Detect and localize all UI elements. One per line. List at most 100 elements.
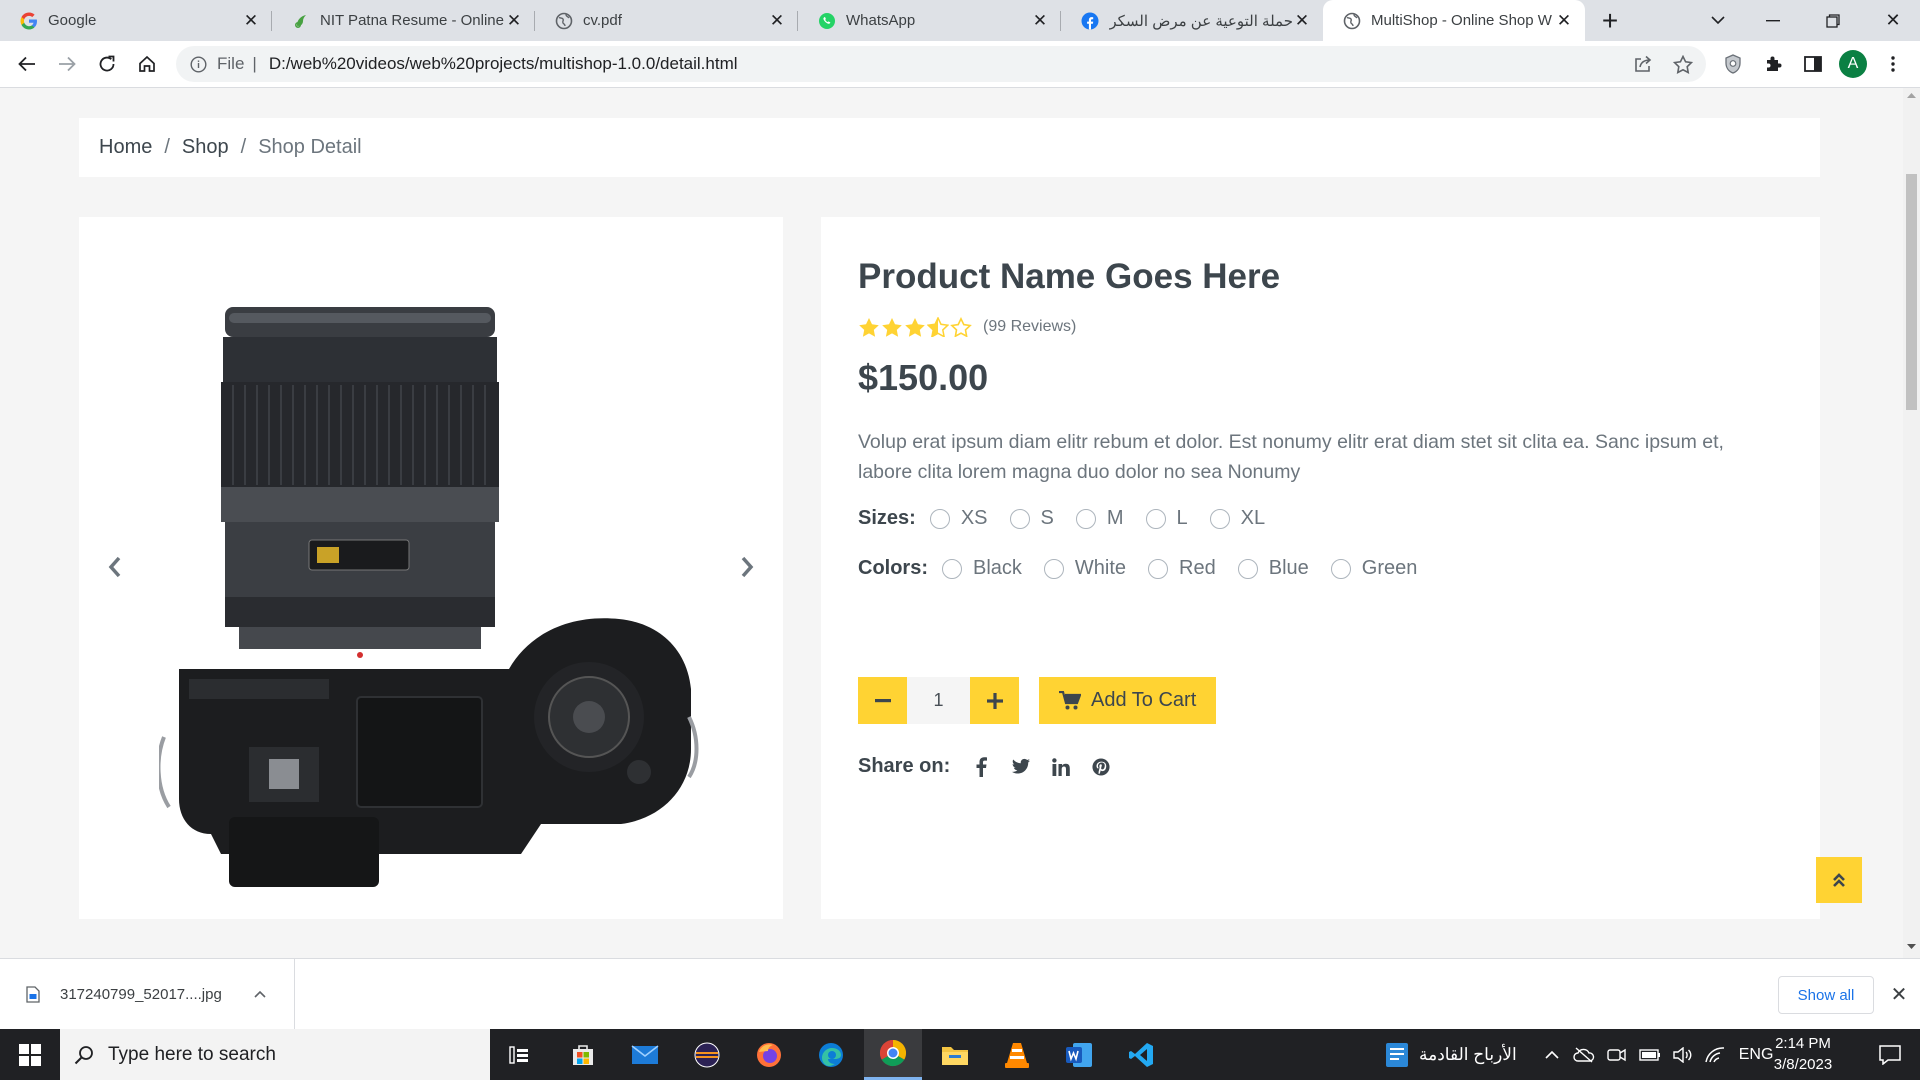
tab-search-chevron-icon[interactable] [1693, 0, 1743, 41]
size-option-xl[interactable]: XL [1209, 507, 1266, 530]
size-option-xs[interactable]: XS [929, 507, 988, 530]
color-option-white[interactable]: White [1043, 557, 1126, 580]
minimize-button[interactable] [1748, 0, 1798, 41]
windows-start-button[interactable] [0, 1029, 60, 1080]
profile-avatar[interactable]: A [1836, 47, 1870, 81]
share-page-icon[interactable] [1626, 47, 1660, 81]
word-icon[interactable] [1050, 1029, 1108, 1080]
vscode-icon[interactable] [1112, 1029, 1170, 1080]
tab-close-icon[interactable]: ✕ [505, 11, 523, 30]
reload-button[interactable] [90, 47, 124, 81]
file-explorer-icon[interactable] [926, 1029, 984, 1080]
volume-icon[interactable] [1673, 1046, 1693, 1063]
scroll-thumb[interactable] [1906, 174, 1917, 410]
quantity-minus-button[interactable] [858, 677, 907, 724]
home-button[interactable] [130, 47, 164, 81]
new-tab-button[interactable]: + [1586, 0, 1634, 41]
chevron-up-icon[interactable] [1545, 1050, 1559, 1059]
close-window-button[interactable]: ✕ [1868, 0, 1918, 41]
tab-close-icon[interactable]: ✕ [242, 11, 260, 30]
address-bar[interactable]: File | D:/web%20videos/web%20projects/mu… [176, 46, 1706, 82]
mail-icon[interactable] [616, 1029, 674, 1080]
news-widget-icon[interactable] [1385, 1042, 1409, 1068]
carousel-next-chevron-icon[interactable] [727, 547, 767, 587]
tab-title: cv.pdf [583, 12, 622, 29]
forward-button[interactable] [50, 47, 84, 81]
notification-center-icon[interactable] [1860, 1029, 1920, 1080]
back-button[interactable] [10, 47, 44, 81]
quantity-plus-button[interactable] [970, 677, 1019, 724]
close-download-shelf-icon[interactable]: ✕ [1885, 980, 1913, 1008]
extensions-puzzle-icon[interactable] [1756, 47, 1790, 81]
wifi-icon[interactable] [1704, 1046, 1725, 1063]
tab-google[interactable]: Google ✕ [0, 0, 272, 41]
news-widget-text[interactable]: الأرباح القادمة [1419, 1045, 1517, 1065]
size-label: XL [1240, 507, 1266, 529]
chevron-up-icon[interactable] [254, 990, 266, 998]
radio-button[interactable] [942, 558, 962, 579]
size-option-s[interactable]: S [1009, 507, 1054, 530]
taskbar-search-box[interactable]: Type here to search [60, 1029, 490, 1080]
menu-kebab-icon[interactable] [1876, 47, 1910, 81]
radio-button[interactable] [1043, 558, 1064, 579]
linkedin-icon[interactable] [1052, 757, 1071, 777]
quantity-input[interactable]: 1 [907, 677, 970, 724]
url-text[interactable]: D:/web%20videos/web%20projects/multishop… [269, 54, 738, 74]
radio-button[interactable] [1075, 508, 1096, 529]
tab-cv-pdf[interactable]: cv.pdf ✕ [535, 0, 798, 41]
page-scrollbar[interactable] [1903, 88, 1920, 958]
globe-icon [555, 12, 573, 30]
battery-icon[interactable] [1639, 1048, 1661, 1061]
download-item[interactable]: 317240799_52017....jpg [0, 959, 295, 1029]
radio-button[interactable] [1148, 558, 1169, 579]
radio-button[interactable] [1009, 508, 1030, 529]
pinterest-icon[interactable] [1092, 757, 1110, 777]
color-option-green[interactable]: Green [1330, 557, 1417, 580]
radio-button[interactable] [1209, 508, 1230, 529]
side-panel-icon[interactable] [1796, 47, 1830, 81]
tab-nit-resume[interactable]: NIT Patna Resume - Online ✕ [272, 0, 535, 41]
size-option-m[interactable]: M [1075, 507, 1124, 530]
show-all-downloads-button[interactable]: Show all [1778, 976, 1874, 1014]
carousel-prev-chevron-icon[interactable] [95, 547, 135, 587]
chrome-taskbar-icon[interactable] [864, 1029, 922, 1080]
vlc-icon[interactable] [988, 1029, 1046, 1080]
tab-facebook[interactable]: حملة التوعية عن مرض السكري ✕ [1061, 0, 1323, 41]
tab-whatsapp[interactable]: WhatsApp ✕ [798, 0, 1061, 41]
scroll-up-arrow-icon[interactable] [1907, 92, 1916, 98]
tab-close-icon[interactable]: ✕ [1555, 11, 1573, 30]
taskbar-clock[interactable]: 2:14 PM 3/8/2023 [1758, 1033, 1848, 1075]
radio-button[interactable] [929, 508, 950, 529]
restore-button[interactable] [1808, 0, 1858, 41]
tab-close-icon[interactable]: ✕ [1293, 11, 1311, 30]
shield-extension-icon[interactable] [1716, 47, 1750, 81]
twitter-icon[interactable] [1012, 757, 1031, 777]
system-tray: الأرباح القادمة ENG [1385, 1029, 1773, 1080]
radio-button[interactable] [1237, 558, 1258, 579]
product-rating: (99 Reviews) [858, 317, 1076, 337]
tab-multishop[interactable]: MultiShop - Online Shop W ✕ [1323, 0, 1585, 41]
bookmark-star-icon[interactable] [1666, 47, 1700, 81]
breadcrumb-home[interactable]: Home [99, 136, 152, 159]
tab-close-icon[interactable]: ✕ [768, 11, 786, 30]
onedrive-offline-icon[interactable] [1573, 1046, 1595, 1063]
radio-button[interactable] [1330, 558, 1351, 579]
scroll-down-arrow-icon[interactable] [1907, 944, 1916, 950]
color-option-black[interactable]: Black [942, 557, 1022, 580]
facebook-icon[interactable] [972, 756, 990, 777]
back-to-top-button[interactable] [1816, 857, 1862, 903]
microsoft-store-icon[interactable] [554, 1029, 612, 1080]
eclipse-icon[interactable] [678, 1029, 736, 1080]
info-icon[interactable] [190, 55, 207, 73]
meet-now-icon[interactable] [1607, 1046, 1627, 1064]
radio-button[interactable] [1145, 508, 1166, 529]
color-option-blue[interactable]: Blue [1237, 557, 1309, 580]
size-option-l[interactable]: L [1145, 507, 1188, 530]
firefox-icon[interactable] [740, 1029, 798, 1080]
task-view-icon[interactable] [490, 1029, 548, 1080]
edge-icon[interactable] [802, 1029, 860, 1080]
color-option-red[interactable]: Red [1148, 557, 1216, 580]
tab-close-icon[interactable]: ✕ [1031, 11, 1049, 30]
add-to-cart-button[interactable]: Add To Cart [1039, 677, 1217, 724]
breadcrumb-shop[interactable]: Shop [182, 136, 229, 159]
